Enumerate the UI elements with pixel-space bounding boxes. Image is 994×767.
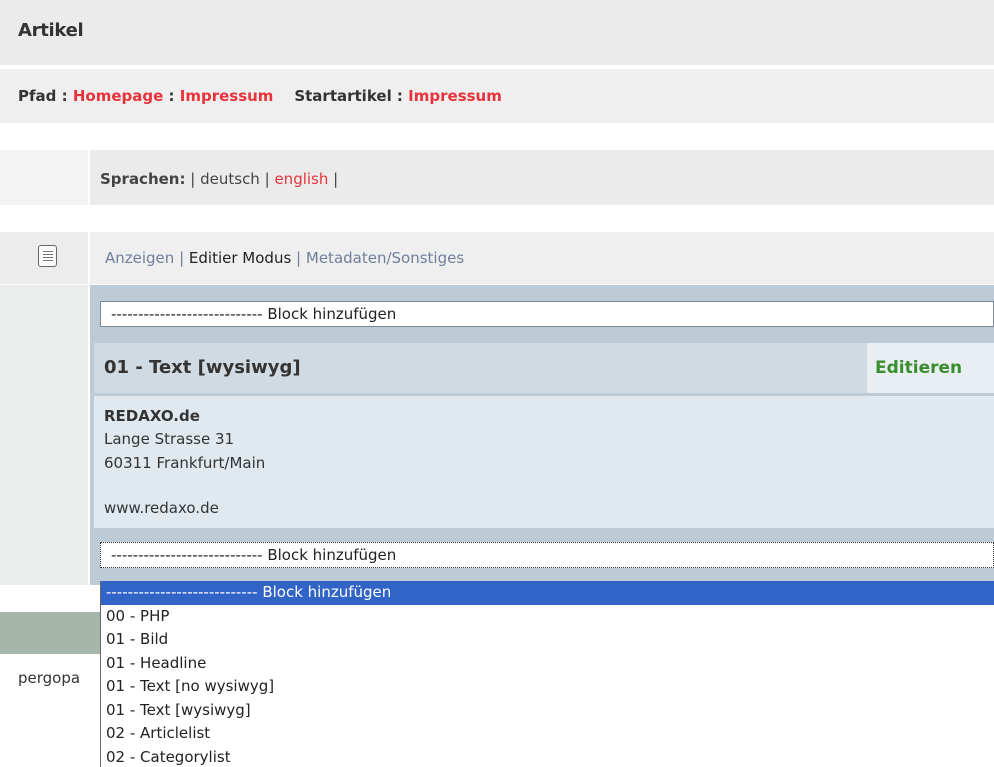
dropdown-option[interactable]: 02 - Articlelist: [101, 722, 994, 746]
tab-anzeigen[interactable]: Anzeigen: [105, 249, 174, 267]
start-article-label: Startartikel :: [294, 87, 403, 105]
dropdown-option[interactable]: 01 - Text [no wysiwyg]: [101, 675, 994, 699]
language-link-deutsch[interactable]: deutsch: [200, 170, 260, 188]
languages-bar-left: [0, 150, 88, 205]
languages-separator: |: [190, 170, 196, 188]
page-title: Artikel: [18, 20, 84, 41]
slice-body: REDAXO.de Lange Strasse 31 60311 Frankfu…: [94, 396, 994, 528]
path-label: Pfad :: [18, 87, 68, 105]
mode-bar-left: [0, 232, 88, 284]
add-block-select[interactable]: ---------------------------- Block hinzu…: [100, 301, 994, 327]
dropdown-option[interactable]: 01 - Bild: [101, 628, 994, 652]
breadcrumb-bar: Pfad : Homepage : Impressum Startartikel…: [0, 69, 994, 123]
languages-list: Sprachen: | deutsch | english |: [100, 170, 338, 188]
slice-title: 01 - Text [wysiwyg]: [104, 357, 301, 378]
dropdown-option[interactable]: 01 - Headline: [101, 652, 994, 676]
bottom-stripe: [0, 612, 100, 654]
mode-separator: |: [296, 249, 302, 267]
breadcrumb: Pfad : Homepage : Impressum Startartikel…: [18, 87, 502, 105]
language-link-english[interactable]: english: [274, 170, 328, 188]
add-block-dropdown-list[interactable]: ---------------------------- Block hinzu…: [100, 581, 994, 767]
mode-bar: Anzeigen | Editier Modus | Metadaten/Son…: [0, 232, 994, 284]
dropdown-option[interactable]: 00 - PHP: [101, 605, 994, 629]
languages-separator: |: [333, 170, 339, 188]
breadcrumb-separator: :: [168, 87, 175, 105]
slice-url-link[interactable]: www.redaxo.de: [104, 499, 219, 517]
dropdown-option[interactable]: 01 - Text [wysiwyg]: [101, 699, 994, 723]
breadcrumb-current-link[interactable]: Impressum: [180, 87, 274, 105]
slice-street: Lange Strasse 31: [104, 430, 235, 448]
edit-slice-button[interactable]: Editieren: [867, 343, 994, 393]
languages-label: Sprachen:: [100, 170, 186, 188]
breadcrumb-homepage-link[interactable]: Homepage: [73, 87, 163, 105]
add-block-select-open[interactable]: ---------------------------- Block hinzu…: [100, 542, 994, 568]
title-bar: Artikel: [0, 0, 994, 65]
dropdown-option[interactable]: ---------------------------- Block hinzu…: [101, 581, 994, 605]
languages-separator: |: [264, 170, 270, 188]
dropdown-option[interactable]: 02 - Categorylist: [101, 746, 994, 767]
tab-metadaten[interactable]: Metadaten/Sonstiges: [306, 249, 464, 267]
content-left-gutter: [0, 285, 88, 585]
mode-separator: |: [179, 249, 185, 267]
tab-editier-modus[interactable]: Editier Modus: [189, 249, 291, 267]
start-article-link[interactable]: Impressum: [408, 87, 502, 105]
languages-bar: Sprachen: | deutsch | english |: [0, 150, 994, 205]
slice-city: 60311 Frankfurt/Main: [104, 454, 266, 472]
footer-text: pergopa: [18, 669, 81, 687]
slice-company: REDAXO.de: [104, 407, 200, 425]
mode-tabs: Anzeigen | Editier Modus | Metadaten/Son…: [105, 249, 464, 267]
document-icon: [38, 245, 57, 267]
